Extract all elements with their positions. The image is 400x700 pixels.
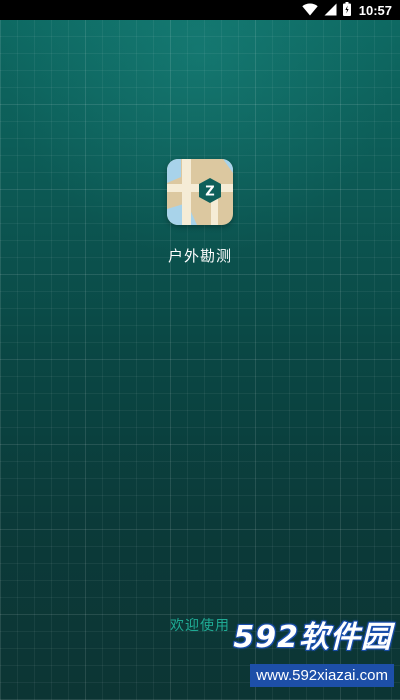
background-grid-major [0,0,400,700]
wifi-icon [302,1,318,20]
status-icons: 10:57 [302,1,392,20]
watermark-url: www.592xiazai.com [250,664,394,687]
status-bar: 10:57 [0,0,400,20]
watermark: 592软件园 www.592xiazai.com [195,612,400,700]
status-time: 10:57 [358,2,392,18]
app-logo-letter: Z [205,185,214,200]
watermark-logo: 592软件园 [233,620,392,655]
app-name: 户外勘测 [167,247,232,265]
battery-icon [342,1,351,20]
splash-screen: 10:57 Z 户外勘测 欢迎使用 592软件园 www.592xiazai.c… [0,0,400,700]
signal-icon [324,1,337,20]
app-logo-icon: Z [167,159,233,225]
background-grid [0,0,400,700]
